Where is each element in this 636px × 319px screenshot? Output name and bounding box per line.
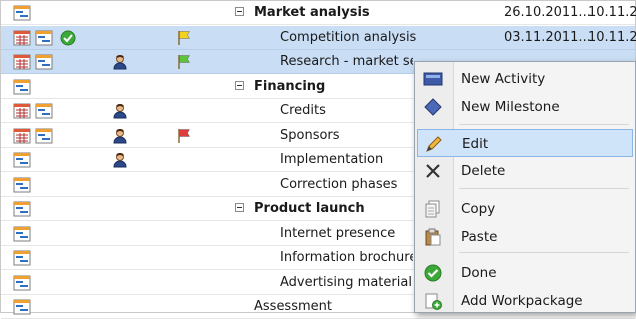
add-workpackage-icon [423, 292, 443, 310]
pencil-icon [424, 135, 444, 153]
task-type-icon [13, 79, 31, 95]
task-grid-icon [13, 103, 31, 119]
task-type-icon [35, 128, 53, 144]
activity-name: Sponsors [280, 127, 340, 143]
menu-item-label: Paste [461, 229, 498, 245]
task-type-icon [13, 201, 31, 217]
resource-person-icon [111, 152, 129, 168]
new-activity-icon [423, 70, 443, 88]
activity-name: Market analysis [254, 5, 370, 20]
task-type-icon [13, 5, 31, 21]
task-type-icon [13, 250, 31, 266]
activity-name: Competition analysis [280, 29, 417, 45]
task-type-icon [13, 177, 31, 193]
paste-icon [423, 228, 443, 246]
done-check-icon [423, 264, 443, 282]
task-type-icon [35, 30, 53, 46]
menu-item-label: Copy [461, 201, 496, 217]
flag-yellow-icon [175, 30, 193, 46]
collapse-toggle-icon[interactable] [235, 7, 244, 16]
task-type-icon [13, 275, 31, 291]
flag-red-icon [175, 128, 193, 144]
task-grid-icon [13, 30, 31, 46]
task-grid-icon [13, 54, 31, 70]
task-type-icon [13, 152, 31, 168]
menu-separator [459, 252, 629, 253]
menu-item-add-workpackage[interactable]: Add Workpackage [417, 287, 633, 315]
task-type-icon [35, 54, 53, 70]
menu-item-delete[interactable]: Delete [417, 157, 633, 185]
activity-name: Financing [254, 78, 326, 94]
task-grid-icon [13, 128, 31, 144]
start-date: 03.11.2011... [504, 29, 591, 45]
end-date: 10.11.20 [588, 29, 636, 45]
activity-name: Implementation [280, 152, 384, 167]
context-menu: New Activity New Milestone Edit Delete Copy P… [414, 61, 636, 313]
activity-name: Product launch [254, 201, 365, 216]
menu-separator [459, 124, 629, 125]
activity-name: Credits [280, 103, 326, 118]
menu-item-label: Add Workpackage [461, 293, 583, 309]
menu-item-edit[interactable]: Edit [417, 129, 633, 157]
task-type-icon [35, 103, 53, 119]
table-row[interactable]: Market analysis 26.10.2011...10.11.20 [1, 1, 636, 25]
activity-name: Advertising material [280, 274, 412, 290]
task-type-icon [13, 226, 31, 242]
copy-icon [423, 200, 443, 218]
menu-item-label: Delete [461, 163, 506, 179]
menu-item-copy[interactable]: Copy [417, 195, 633, 223]
resource-person-icon [111, 128, 129, 144]
flag-green-icon [175, 54, 193, 70]
resource-person-icon [111, 54, 129, 70]
menu-item-label: New Activity [461, 71, 546, 87]
menu-separator [459, 188, 629, 189]
menu-item-new-activity[interactable]: New Activity [417, 65, 633, 93]
activity-name: Correction phases [280, 176, 398, 192]
menu-item-new-milestone[interactable]: New Milestone [417, 93, 633, 121]
activity-name: Research - market se [280, 54, 413, 69]
activity-name: Internet presence [280, 225, 396, 241]
collapse-toggle-icon[interactable] [235, 80, 244, 90]
activity-name: Information brochure [280, 250, 413, 265]
start-date: 26.10.2011... [504, 5, 591, 20]
menu-item-paste[interactable]: Paste [417, 223, 633, 251]
collapse-toggle-icon[interactable] [235, 203, 244, 212]
delete-x-icon [423, 162, 443, 180]
end-date: 10.11.20 [588, 5, 636, 20]
menu-item-label: Edit [462, 136, 489, 152]
resource-person-icon [111, 103, 129, 119]
table-row[interactable]: Competition analysis 03.11.2011... 10.11.2… [1, 25, 636, 50]
done-check-icon [59, 30, 77, 46]
menu-item-done[interactable]: Done [417, 259, 633, 287]
activity-name: Assessment [254, 299, 332, 314]
menu-item-label: Done [461, 265, 497, 281]
menu-item-label: New Milestone [461, 99, 560, 115]
new-milestone-icon [423, 98, 443, 116]
